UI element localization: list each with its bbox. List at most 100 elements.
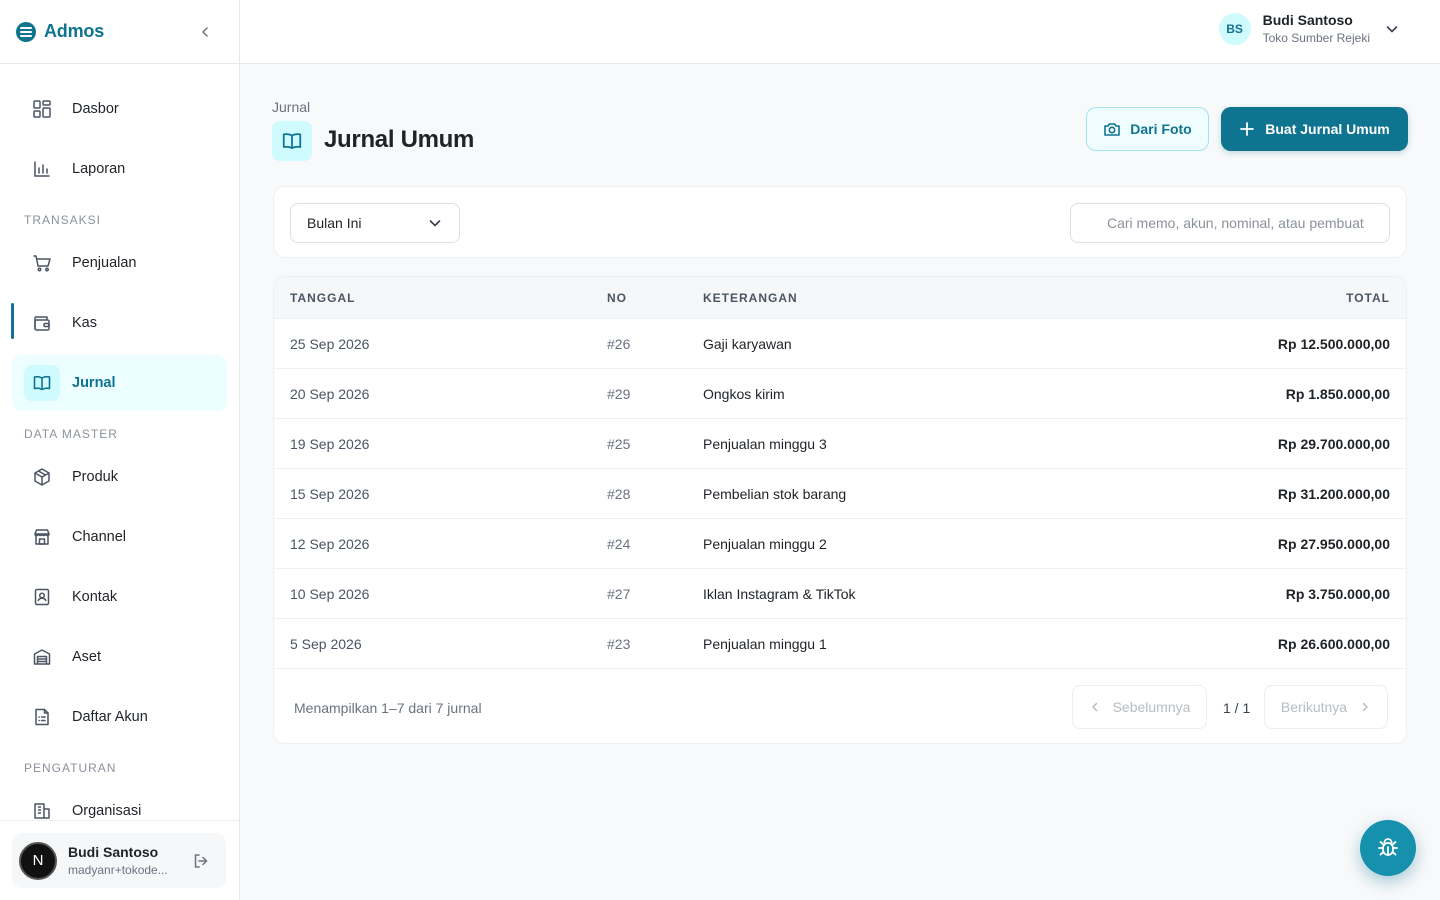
sidebar-item-jurnal[interactable]: Jurnal: [12, 355, 227, 411]
table-row[interactable]: 19 Sep 2026 #25 Penjualan minggu 3 Rp 29…: [274, 419, 1406, 469]
cell-date: 12 Sep 2026: [290, 536, 370, 552]
brand: Admos: [0, 0, 239, 64]
cell-description: Penjualan minggu 1: [703, 636, 827, 652]
column-header-date[interactable]: TANGGAL: [290, 291, 355, 305]
sidebar: Admos Dasbor Laporan TRANSAKSI Penjualan: [0, 0, 240, 900]
cell-description: Gaji karyawan: [703, 336, 792, 352]
profile-name: Budi Santoso: [1262, 12, 1353, 28]
sidebar-item-organisasi[interactable]: Organisasi: [12, 783, 227, 820]
sidebar-item-produk[interactable]: Produk: [12, 449, 227, 505]
app-name: Admos: [44, 21, 105, 41]
sidebar-item-label: Dasbor: [72, 101, 119, 117]
pagination-page: 1 / 1: [1223, 700, 1251, 716]
sidebar-item-aset[interactable]: Aset: [12, 629, 227, 685]
sidebar-item-kas[interactable]: Kas: [12, 295, 227, 351]
plus-icon: [1239, 121, 1255, 137]
column-header-description[interactable]: KETERANGAN: [703, 291, 798, 305]
cell-description: Penjualan minggu 3: [703, 436, 827, 452]
sidebar-item-label: Kontak: [72, 589, 118, 605]
topbar: BS Budi Santoso Toko Sumber Rejeki: [240, 0, 1440, 64]
pagination-next-button[interactable]: Berikutnya: [1264, 685, 1388, 729]
period-select[interactable]: Bulan Ini: [290, 203, 460, 243]
cell-no: #24: [607, 536, 631, 552]
sidebar-item-channel[interactable]: Channel: [12, 509, 227, 565]
bug-report-button[interactable]: [1360, 820, 1416, 876]
from-photo-label: Dari Foto: [1130, 121, 1192, 137]
table-row[interactable]: 15 Sep 2026 #28 Pembelian stok barang Rp…: [274, 469, 1406, 519]
sidebar-item-penjualan[interactable]: Penjualan: [12, 235, 227, 291]
cell-total: Rp 3.750.000,00: [1285, 586, 1390, 602]
from-photo-button[interactable]: Dari Foto: [1086, 107, 1209, 151]
sidebar-nav: Dasbor Laporan TRANSAKSI Penjualan Kas J…: [0, 64, 239, 820]
divider: [0, 820, 239, 821]
warehouse-icon: [24, 639, 60, 675]
pagination-info: Menampilkan 1–7 dari 7 jurnal: [294, 700, 482, 716]
cell-total: Rp 29.700.000,00: [1277, 436, 1390, 452]
sidebar-item-label: Laporan: [72, 161, 126, 177]
logout-icon: [194, 853, 208, 868]
sidebar-item-label: Penjualan: [72, 255, 137, 271]
cell-no: #27: [607, 586, 631, 602]
breadcrumb[interactable]: Jurnal: [272, 99, 310, 115]
section-label-pengaturan: PENGATURAN: [24, 761, 117, 775]
create-journal-button[interactable]: Buat Jurnal Umum: [1221, 107, 1408, 151]
create-journal-label: Buat Jurnal Umum: [1265, 121, 1390, 137]
sidebar-item-label: Channel: [72, 529, 127, 545]
pagination-prev-button[interactable]: Sebelumnya: [1072, 685, 1207, 729]
sidebar-item-label: Organisasi: [72, 803, 142, 819]
table-row[interactable]: 12 Sep 2026 #24 Penjualan minggu 2 Rp 27…: [274, 519, 1406, 569]
cell-date: 10 Sep 2026: [290, 586, 370, 602]
profile-menu[interactable]: BS Budi Santoso Toko Sumber Rejeki: [1218, 12, 1400, 45]
chevron-left-icon: [202, 26, 208, 37]
cell-total: Rp 26.600.000,00: [1277, 636, 1390, 652]
section-label-transaksi: TRANSAKSI: [24, 213, 102, 227]
sidebar-item-label: Kas: [72, 315, 97, 331]
sidebar-item-daftar-akun[interactable]: Daftar Akun: [12, 689, 227, 745]
cell-no: #28: [607, 486, 631, 502]
sidebar-item-kontak[interactable]: Kontak: [12, 569, 227, 625]
table-header: TANGGAL NO KETERANGAN TOTAL: [274, 277, 1406, 319]
period-select-value: Bulan Ini: [307, 215, 362, 231]
cell-no: #29: [607, 386, 631, 402]
contact-icon: [24, 579, 60, 615]
table-row[interactable]: 20 Sep 2026 #29 Ongkos kirim Rp 1.850.00…: [274, 369, 1406, 419]
cell-description: Iklan Instagram & TikTok: [703, 586, 856, 602]
cell-total: Rp 27.950.000,00: [1277, 536, 1390, 552]
cell-date: 20 Sep 2026: [290, 386, 370, 402]
chevron-down-icon: [1384, 21, 1400, 37]
logout-button[interactable]: [190, 850, 212, 872]
wallet-icon: [24, 305, 60, 341]
column-header-total[interactable]: TOTAL: [1346, 291, 1390, 305]
table-row[interactable]: 10 Sep 2026 #27 Iklan Instagram & TikTok…: [274, 569, 1406, 619]
filter-bar: Bulan Ini: [273, 186, 1407, 258]
user-email: madyanr+tokode...: [68, 863, 168, 877]
table-row[interactable]: 5 Sep 2026 #23 Penjualan minggu 1 Rp 26.…: [274, 619, 1406, 669]
building-icon: [24, 793, 60, 820]
cell-no: #26: [607, 336, 631, 352]
cell-total: Rp 31.200.000,00: [1277, 486, 1390, 502]
sidebar-user-card: N Budi Santoso madyanr+tokode...: [12, 833, 226, 888]
avatar[interactable]: N: [19, 841, 57, 880]
cell-total: Rp 1.850.000,00: [1285, 386, 1390, 402]
cart-icon: [24, 245, 60, 281]
pagination-next-label: Berikutnya: [1280, 699, 1348, 715]
search-input[interactable]: [1071, 204, 1389, 242]
collapse-sidebar-button[interactable]: [195, 22, 215, 42]
search-box: [1070, 203, 1390, 243]
profile-org: Toko Sumber Rejeki: [1262, 31, 1370, 45]
active-indicator: [11, 303, 14, 339]
cell-date: 5 Sep 2026: [290, 636, 362, 652]
chevron-right-icon: [1359, 701, 1371, 713]
cell-description: Pembelian stok barang: [703, 486, 847, 502]
sidebar-item-dasbor[interactable]: Dasbor: [12, 81, 227, 137]
table-row[interactable]: 25 Sep 2026 #26 Gaji karyawan Rp 12.500.…: [274, 319, 1406, 369]
column-header-no[interactable]: NO: [607, 291, 627, 305]
document-list-icon: [24, 699, 60, 735]
cell-total: Rp 12.500.000,00: [1277, 336, 1390, 352]
camera-icon: [1103, 120, 1121, 138]
pagination-prev-label: Sebelumnya: [1112, 699, 1191, 715]
sidebar-item-laporan[interactable]: Laporan: [12, 141, 227, 197]
cell-date: 15 Sep 2026: [290, 486, 370, 502]
journal-table: TANGGAL NO KETERANGAN TOTAL 25 Sep 2026 …: [273, 276, 1407, 744]
dashboard-icon: [24, 91, 60, 127]
